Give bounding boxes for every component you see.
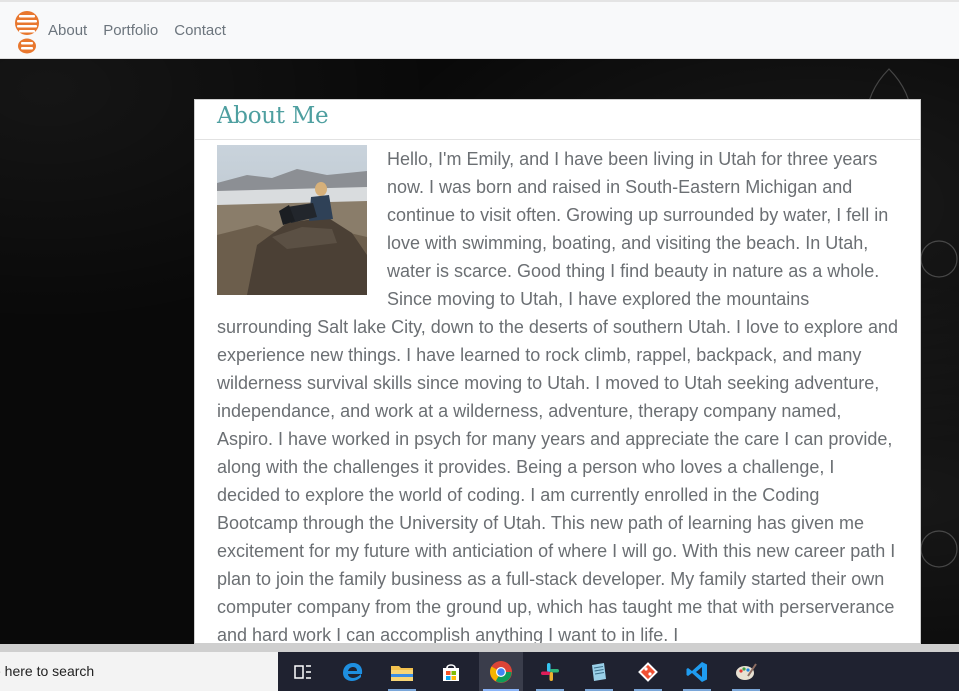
windows-taskbar: e here to search (0, 652, 959, 691)
nav-links: About Portfolio Contact (48, 22, 226, 39)
card-title: About Me (217, 103, 329, 129)
chrome-icon[interactable] (479, 652, 523, 691)
edge-icon[interactable] (331, 652, 375, 691)
notepad-icon[interactable] (577, 652, 621, 691)
nav-portfolio-link[interactable]: Portfolio (103, 22, 158, 39)
card-header: About Me (195, 100, 920, 140)
boot-print-logo-icon[interactable] (13, 10, 41, 54)
vscode-icon[interactable] (675, 652, 719, 691)
task-view-icon[interactable] (281, 652, 325, 691)
nav-contact-link[interactable]: Contact (174, 22, 226, 39)
nav-about-link[interactable]: About (48, 22, 87, 39)
git-icon[interactable] (626, 652, 670, 691)
top-navbar: About Portfolio Contact (0, 0, 959, 59)
taskbar-top-strip (0, 644, 959, 652)
store-icon[interactable] (429, 652, 473, 691)
card-body: Hello, I'm Emily, and I have been living… (195, 140, 920, 643)
about-me-card: About Me Hello, I'm Emily, and I have be… (194, 99, 921, 644)
file-explorer-icon[interactable] (380, 652, 424, 691)
profile-photo (217, 145, 367, 295)
paint-icon[interactable] (724, 652, 768, 691)
slack-icon[interactable] (528, 652, 572, 691)
taskbar-search-box[interactable]: e here to search (0, 652, 278, 691)
